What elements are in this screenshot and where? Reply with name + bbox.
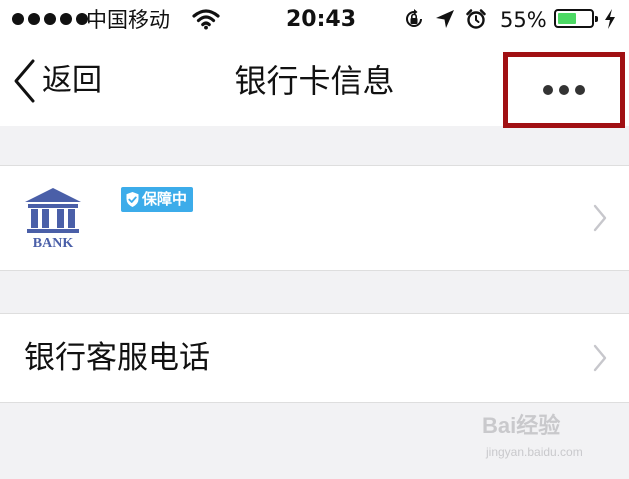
- navigation-bar: 返回 银行卡信息: [0, 40, 629, 128]
- battery-icon: [554, 9, 598, 28]
- carrier-name: 中国移动: [86, 8, 170, 32]
- bank-service-phone-row[interactable]: 银行客服电话: [0, 313, 629, 403]
- orientation-lock-icon: [406, 9, 422, 27]
- bank-logo-icon: BANK: [25, 188, 81, 250]
- watermark-logo: Bai经验: [482, 413, 561, 438]
- charging-icon: [605, 9, 615, 29]
- bank-logo-text: BANK: [33, 236, 74, 250]
- service-phone-label: 银行客服电话: [24, 340, 210, 376]
- chevron-right-icon: [593, 344, 607, 372]
- clock-time: 20:43: [286, 7, 357, 32]
- bank-card-row[interactable]: BANK 保障中: [0, 165, 629, 271]
- chevron-right-icon: [593, 204, 607, 232]
- status-bar: 中国移动 20:43 55%: [0, 0, 629, 40]
- badge-label: 保障中: [142, 190, 188, 208]
- battery-level-fill: [558, 13, 576, 24]
- signal-strength-icon: [12, 13, 88, 25]
- alarm-icon: [466, 9, 486, 29]
- location-arrow-icon: [436, 10, 454, 28]
- more-dots-icon: [543, 85, 585, 95]
- shield-check-icon: [126, 192, 139, 207]
- battery-percent: 55%: [500, 8, 547, 32]
- more-options-button[interactable]: [503, 52, 625, 128]
- status-icons: [403, 8, 487, 30]
- wifi-icon: [192, 9, 220, 30]
- protected-status-badge: 保障中: [121, 187, 194, 212]
- watermark-url: jingyan.baidu.com: [486, 445, 583, 459]
